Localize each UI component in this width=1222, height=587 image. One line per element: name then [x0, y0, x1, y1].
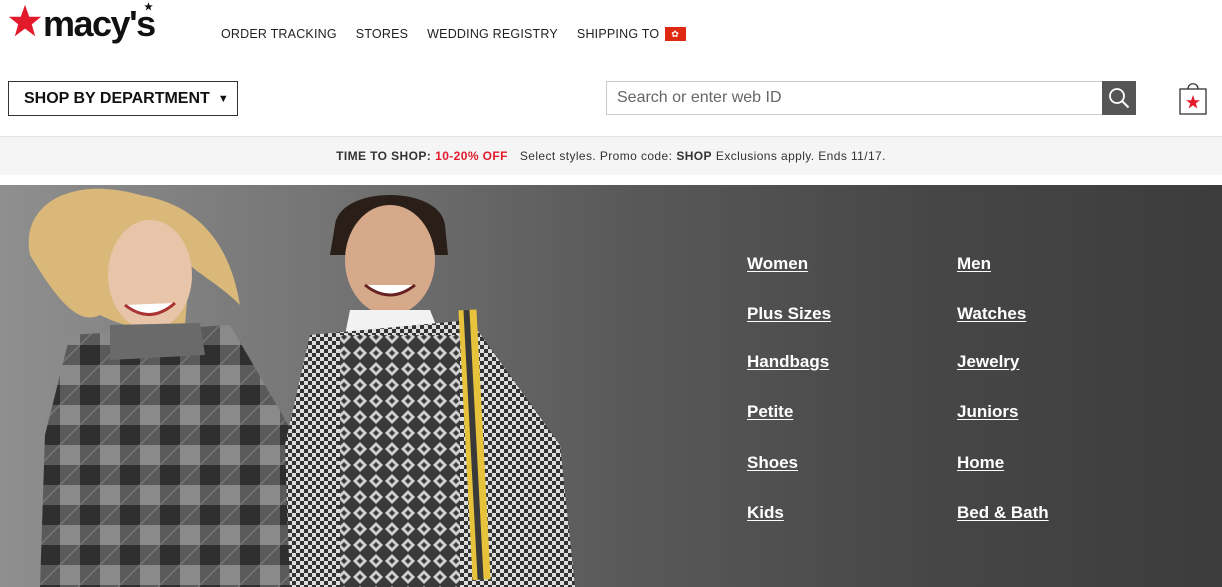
dept-link-plus-sizes[interactable]: Plus Sizes	[747, 304, 831, 324]
stores-link[interactable]: STORES	[356, 27, 408, 41]
dept-link-jewelry[interactable]: Jewelry	[957, 352, 1019, 372]
search-button[interactable]	[1102, 81, 1136, 115]
hero-models-image	[28, 188, 575, 587]
caret-down-icon: ▼	[217, 92, 229, 105]
search-input[interactable]	[607, 82, 1102, 114]
search-bar	[606, 81, 1136, 115]
promo-select-styles: Select styles. Promo code:	[519, 149, 673, 163]
logo-text: macy's	[43, 3, 156, 44]
shipping-to-link[interactable]: SHIPPING TO	[576, 27, 687, 41]
dept-link-kids[interactable]: Kids	[747, 503, 784, 523]
utility-nav: ORDER TRACKING STORES WEDDING REGISTRY S…	[221, 27, 687, 41]
site-header: macy's ORDER TRACKING STORES WEDDING REG…	[0, 0, 1222, 70]
promo-banner[interactable]: TIME TO SHOP: 10-20% OFF Select styles. …	[0, 136, 1222, 175]
dept-link-women[interactable]: Women	[747, 254, 808, 274]
order-tracking-link[interactable]: ORDER TRACKING	[221, 27, 337, 41]
shop-by-department-button[interactable]: SHOP BY DEPARTMENT ▼	[8, 81, 238, 116]
dept-link-home[interactable]: Home	[957, 453, 1004, 473]
shipping-to-label: SHIPPING TO	[576, 27, 660, 41]
search-icon	[1109, 88, 1130, 109]
dept-link-men[interactable]: Men	[957, 254, 991, 274]
shop-by-department-label: SHOP BY DEPARTMENT	[24, 89, 210, 107]
dept-link-bed-bath[interactable]: Bed & Bath	[957, 503, 1049, 523]
dept-link-watches[interactable]: Watches	[957, 304, 1026, 324]
dept-link-shoes[interactable]: Shoes	[747, 453, 798, 473]
promo-label: TIME TO SHOP:	[336, 149, 432, 163]
hero-banner: Women Plus Sizes Handbags Petite Shoes K…	[0, 185, 1222, 587]
dept-link-petite[interactable]: Petite	[747, 402, 793, 422]
promo-offer: 10-20% OFF	[435, 149, 508, 163]
macys-logo[interactable]: macy's	[8, 3, 156, 44]
logo-small-star-icon	[144, 2, 153, 11]
dept-link-handbags[interactable]: Handbags	[747, 352, 829, 372]
promo-code: SHOP	[676, 149, 712, 163]
promo-terms: Exclusions apply. Ends 11/17.	[715, 149, 886, 163]
dept-link-juniors[interactable]: Juniors	[957, 402, 1018, 422]
macys-star-icon	[8, 4, 42, 37]
hong-kong-flag-icon	[665, 27, 687, 41]
wedding-registry-link[interactable]: WEDDING REGISTRY	[427, 27, 558, 41]
shopping-bag-icon[interactable]	[1179, 80, 1207, 115]
